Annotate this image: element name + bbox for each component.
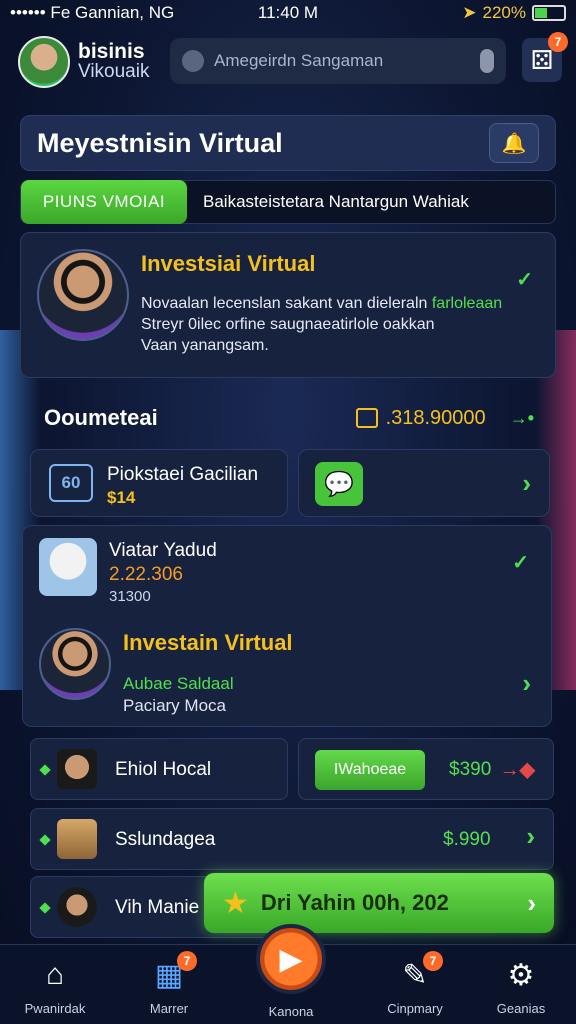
row-price: $.990 [443,829,491,850]
dice-button[interactable]: ⚄ 7 [522,32,568,82]
balance-value: .318.90000 [385,406,486,429]
balance-row: Ooumeteai .318.90000 →• [44,400,534,436]
profile-photo [37,249,129,341]
edit-icon: ✎ 7 [397,951,443,993]
nav-settings-label: Geanias [496,1001,546,1016]
chevron-right-icon: › [526,821,535,851]
check-icon: ✓ [516,269,533,291]
search-placeholder: Amegeirdn Sangaman [214,51,384,70]
battery-icon [532,5,566,21]
list-item-name[interactable]: Viatar Yadud [109,540,217,562]
list-item-sub: 31300 [109,588,151,605]
hero-desc-line1b: farloleaan [431,295,503,312]
list-item-value: 2.22.306 [109,564,183,585]
nav-home[interactable]: ⌂ Pwanirdak [0,957,110,1016]
notification-badge: 7 [423,951,443,971]
mic-icon[interactable] [480,49,494,73]
page-title: Meyestnisin Virtual [37,127,283,158]
nav-market[interactable]: ▦ 7 Marrer [114,951,224,1016]
action-button[interactable]: IWahoeae [315,750,425,790]
check-icon: ✓ [512,552,529,574]
nav-company[interactable]: ✎ 7 Cinpmary [360,951,470,1016]
home-icon: ⌂ [45,958,65,991]
hero-title: Investsiai Virtual [141,251,316,276]
chat-bubble-icon: 💬 [324,470,354,498]
notification-badge: 7 [548,32,568,52]
wallet-icon [355,408,378,428]
gear-icon: ⚙ [507,958,535,992]
hero-card[interactable]: Investsiai Virtual Novaalan lecenslan sa… [20,232,556,378]
list-card: Viatar Yadud 2.22.306 31300 ✓ Investain … [22,525,552,727]
chevron-right-icon: › [527,887,536,918]
brand-line2: Vikouaik [78,61,150,82]
hero-desc-line2: Streyr 0ilec orfine saugnaeatirlole oakk… [141,316,435,333]
nav-settings[interactable]: ⚙ Geanias [466,957,576,1017]
row-name: Vih Manie [115,897,200,918]
hero-desc-line3: Vaan yanangsam. [141,337,269,354]
play-button[interactable]: ▶ [256,924,326,994]
notification-badge: 7 [177,951,197,971]
search-input[interactable]: Amegeirdn Sangaman [170,38,506,84]
status-bar: 11:40 M •••••• Fe Gannian, NG ➤ 220% [0,0,576,26]
hero-desc-line1a: Novaalan lecenslan sakant van dieleraln [141,295,432,312]
tab-bar: PIUNS VMOIAI Baikasteistetara Nantargun … [20,180,556,224]
hero-description: Novaalan lecenslan sakant van dieleraln … [141,293,537,356]
play-icon: ▶ [279,942,303,976]
list-item[interactable]: Ehiol Hocal [30,738,288,800]
thumbnail [57,887,97,927]
brand-line1: bisinis [78,40,145,63]
list-item-title[interactable]: Investain Virtual [123,630,293,656]
cta-label: Dri Yahin 00h, 202 [260,890,449,915]
chevron-right-icon: › [522,468,531,498]
balance-label: Ooumeteai [44,405,158,430]
pick-card[interactable]: 60 Piokstaei Gacilian $14 [30,449,288,517]
balance-amount[interactable]: .318.90000 →• [355,406,534,430]
row-price: $390 [449,759,492,780]
profile-photo [39,628,111,700]
list-item-sub2: Paciary Moca [123,696,226,715]
chevron-right-icon[interactable]: › [522,668,531,699]
tab-other[interactable]: Baikasteistetara Nantargun Wahiak [187,192,469,212]
bullet-icon [39,834,51,846]
nav-center-label: Kanona [268,1004,314,1019]
cta-button[interactable]: ★ Dri Yahin 00h, 202 › [204,873,554,933]
dice-icon: ⚄ [530,44,554,75]
transfer-icon: →• [509,407,534,428]
list-item-photo [39,538,97,596]
nav-home-label: Pwanirdak [24,1001,86,1016]
app-header: bisinis Vikouaik Amegeirdn Sangaman ⚄ 7 [0,32,576,92]
action-card[interactable]: 💬 › [298,449,550,517]
avatar[interactable] [18,36,70,88]
pick-value: $14 [107,488,136,507]
tab-active[interactable]: PIUNS VMOIAI [21,180,187,224]
thumbnail [57,749,97,789]
pick-title: Piokstaei Gacilian [107,464,259,485]
chat-icon [182,50,204,72]
arrow-icon[interactable]: →◆ [500,757,535,782]
nav-market-label: Marrer [149,1001,189,1016]
bullet-icon [39,902,51,914]
ticket-icon: 60 [49,464,93,502]
list-item: IWahoeae $390 →◆ [298,738,554,800]
list-item[interactable]: Sslundagea $.990 › [30,808,554,870]
row-name: Ehiol Hocal [115,759,212,780]
row-name: Sslundagea [115,829,216,850]
status-time: 11:40 M [257,3,319,22]
title-card: Meyestnisin Virtual 🔔 [20,115,556,171]
chat-button[interactable]: 💬 [315,462,363,506]
bullet-icon [39,764,51,776]
grid-icon: ▦ 7 [151,951,197,993]
thumbnail [57,819,97,859]
bell-icon: 🔔 [501,132,527,155]
nav-company-label: Cinpmary [387,1001,443,1016]
bell-button[interactable]: 🔔 [489,123,539,163]
brand: bisinis Vikouaik [78,40,150,82]
star-icon: ★ [222,886,249,920]
list-item-sub1: Aubae Saldaal [123,674,234,693]
